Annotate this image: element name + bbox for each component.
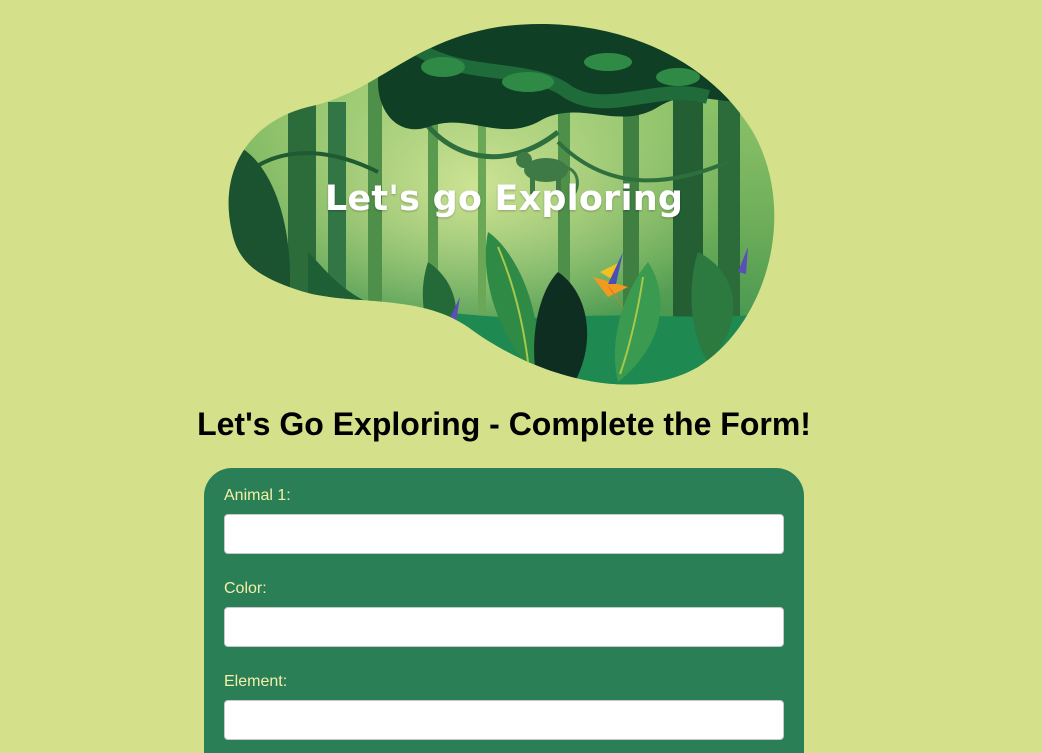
hero-banner: Let's go Exploring bbox=[228, 22, 780, 385]
element-label: Element: bbox=[224, 673, 288, 690]
exploring-form: Animal 1: Color: Element: bbox=[204, 468, 804, 753]
color-label: Color: bbox=[224, 580, 267, 597]
page-title: Let's Go Exploring - Complete the Form! bbox=[197, 406, 811, 442]
page: Let's go Exploring Let's Go Exploring - … bbox=[0, 0, 1042, 753]
color-input[interactable] bbox=[224, 607, 784, 647]
animal-1-label: Animal 1: bbox=[224, 487, 291, 504]
element-input[interactable] bbox=[224, 700, 784, 740]
hero-title: Let's go Exploring bbox=[324, 179, 684, 219]
animal-1-input[interactable] bbox=[224, 514, 784, 554]
